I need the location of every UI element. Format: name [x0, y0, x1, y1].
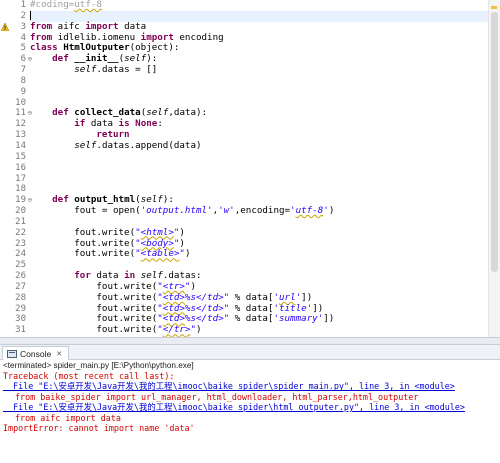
- console-icon: [7, 349, 17, 358]
- line-number: 28: [0, 293, 30, 304]
- line-number-text: 16: [15, 162, 26, 173]
- line-number-text: 19: [15, 195, 26, 206]
- line-number-text: 26: [15, 271, 26, 282]
- line-number: 14: [0, 141, 30, 152]
- line-number-text: 15: [15, 151, 26, 162]
- line-number: 20: [0, 206, 30, 217]
- line-number: 6 ⊖: [0, 54, 32, 65]
- line-number: 9: [0, 87, 30, 98]
- line-number: 3: [0, 22, 30, 33]
- line-number: 26: [0, 271, 30, 282]
- tab-console[interactable]: Console ✕: [2, 346, 70, 360]
- line-number: 10: [0, 98, 30, 109]
- line-number-text: 30: [15, 314, 26, 325]
- line-number-text: 18: [15, 184, 26, 195]
- line-number: 27: [0, 282, 30, 293]
- line-number-text: 5: [20, 43, 26, 54]
- line-number: 31: [0, 325, 30, 336]
- code-line[interactable]: #coding=utf-8: [30, 0, 488, 11]
- code-line[interactable]: self.datas.append(data): [30, 140, 488, 152]
- panel-divider[interactable]: [0, 337, 500, 345]
- warning-icon[interactable]: [0, 22, 10, 31]
- line-number-gutter: 1 2 3 4 5 6 ⊖ 7 8 9 10 11 ⊖ 12 13 14 15 16 17 18 19 ⊖ 20 21 22 23…: [0, 0, 32, 337]
- line-number-text: 12: [15, 119, 26, 130]
- line-number-text: 21: [15, 216, 26, 227]
- line-number-text: 7: [20, 65, 26, 76]
- close-icon[interactable]: ✕: [56, 350, 62, 358]
- code-line[interactable]: fout.write("<td>%s</td>" % data['url']): [30, 292, 488, 304]
- console-file-link[interactable]: File "E:\安卓开发\Java开发\我的工程\imooc\baike_sp…: [3, 381, 500, 391]
- console-error-line: from aifc import data: [15, 412, 121, 423]
- line-number-text: 27: [15, 281, 26, 292]
- console-error-line: ImportError: cannot import name 'data': [3, 422, 195, 433]
- line-number: 29: [0, 304, 30, 315]
- line-number: 21: [0, 217, 30, 228]
- line-number: 25: [0, 260, 30, 271]
- line-number-text: 22: [15, 227, 26, 238]
- line-number-text: 9: [20, 86, 26, 97]
- code-line[interactable]: fout.write("</tr>"): [30, 324, 488, 336]
- code-area[interactable]: #coding=utf-8 from aifc import data from i…: [30, 0, 488, 337]
- console-tab-label: Console: [20, 348, 52, 359]
- code-line[interactable]: [30, 163, 488, 174]
- line-number-text: 20: [15, 206, 26, 217]
- scrollbar-thumb[interactable]: [491, 12, 498, 272]
- line-number-text: 17: [15, 173, 26, 184]
- line-number: 7: [0, 65, 30, 76]
- line-number: 30: [0, 314, 30, 325]
- line-number: 1: [0, 0, 30, 11]
- line-number-text: 29: [15, 303, 26, 314]
- line-number-text: 24: [15, 249, 26, 260]
- line-number: 22: [0, 228, 30, 239]
- line-number-text: 3: [20, 21, 26, 32]
- line-number: 19 ⊖: [0, 195, 32, 206]
- line-number-text: 11: [15, 108, 26, 119]
- text-caret: [30, 10, 31, 20]
- line-number-text: 6: [20, 54, 26, 65]
- code-line[interactable]: [30, 152, 488, 163]
- line-number: 24: [0, 249, 30, 260]
- console-status-line: <terminated> spider_main.py [E:\Python\p…: [3, 361, 194, 370]
- console-file-link[interactable]: File "E:\安卓开发\Java开发\我的工程\imooc\baike_sp…: [3, 402, 500, 412]
- console-error-line: from baike_spider import url_manager, ht…: [15, 391, 419, 402]
- line-number: 23: [0, 239, 30, 250]
- console-error-line: Traceback (most recent call last):: [3, 371, 175, 381]
- code-line[interactable]: fout.write("<html>"): [30, 227, 488, 239]
- overview-warning-marker[interactable]: [491, 6, 497, 9]
- code-line[interactable]: [30, 76, 488, 87]
- line-number: 15: [0, 152, 30, 163]
- line-number: 16: [0, 163, 30, 174]
- code-line[interactable]: self.datas = []: [30, 64, 488, 76]
- line-number: 2: [0, 11, 30, 22]
- code-line[interactable]: [30, 174, 488, 185]
- vertical-scrollbar[interactable]: [488, 0, 500, 337]
- line-number-text: 23: [15, 238, 26, 249]
- line-number-text: 25: [15, 260, 26, 271]
- line-number-text: 28: [15, 292, 26, 303]
- code-editor[interactable]: 1 2 3 4 5 6 ⊖ 7 8 9 10 11 ⊖ 12 13 14 15 16 17 18 19 ⊖ 20 21 22 23…: [0, 0, 500, 337]
- line-number-text: 8: [20, 75, 26, 86]
- console-tab-bar: Console ✕: [0, 345, 500, 360]
- line-number: 17: [0, 174, 30, 185]
- line-number: 8: [0, 76, 30, 87]
- code-line[interactable]: fout.write("<table>"): [30, 248, 488, 260]
- line-number-text: 10: [15, 97, 26, 108]
- line-number-text: 13: [15, 130, 26, 141]
- line-number: 12: [0, 119, 30, 130]
- code-line[interactable]: fout = open('output.html','w',encoding='…: [30, 205, 488, 217]
- code-line[interactable]: from aifc import data: [30, 21, 488, 33]
- line-number-text: 1: [20, 0, 26, 10]
- line-number: 4: [0, 33, 30, 44]
- line-number: 11 ⊖: [0, 108, 32, 119]
- line-number-text: 14: [15, 140, 26, 151]
- line-number-text: 2: [20, 10, 26, 21]
- line-number: 5: [0, 43, 30, 54]
- line-number: 18: [0, 184, 30, 195]
- line-number: 13: [0, 130, 30, 141]
- line-number-text: 4: [20, 32, 26, 43]
- code-line[interactable]: [30, 87, 488, 98]
- console-output[interactable]: Traceback (most recent call last): File …: [0, 371, 500, 433]
- line-number-text: 31: [15, 325, 26, 336]
- console-view: Console ✕ <terminated> spider_main.py [E…: [0, 345, 500, 463]
